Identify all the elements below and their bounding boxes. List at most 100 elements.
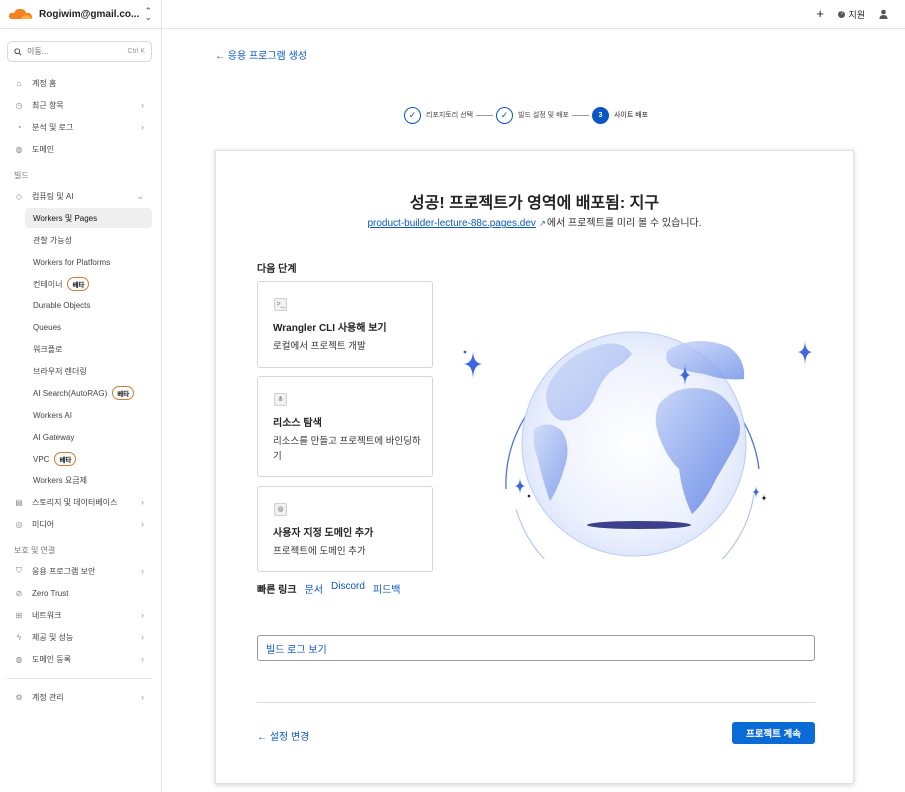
check-icon: ✓ [496,106,514,124]
page-title: 성공! 프로젝트가 영역에 배포됨: 지구 [409,195,660,212]
sparkle-icon [752,485,767,502]
nav-label: VPC [33,454,50,464]
nav-label: 네트워크 [32,610,62,620]
gear-icon: ⚙ [15,692,23,702]
nav-browser-rendering[interactable]: 브라우저 렌더링 [25,361,152,381]
cloudflare-logo-icon [8,8,33,19]
chevron-right-icon: › [141,566,144,576]
step-connector [571,114,589,116]
preview-link[interactable]: product-builder-lecture-88c.pages.dev [367,218,535,229]
chevron-right-icon: › [141,692,144,702]
nav-label: Workers 및 Pages [33,213,98,223]
nav-durable-objects[interactable]: Durable Objects [25,295,152,315]
nav-label: 컨테이너 [33,279,63,289]
support-label: 지원 [848,10,865,20]
user-icon[interactable] [879,9,888,19]
nav-label: Zero Trust [32,588,69,598]
sidebar: Rogiwim@gmail.co... ⌃ ⌄ 이동... Ctrl K ⌂ 계정… [0,0,162,792]
help-icon: ? [838,11,846,18]
preview-suffix: 에서 프로젝트를 미리 볼 수 있습니다. [546,218,702,229]
view-build-log-button[interactable]: 빌드 로그 보기 [257,635,815,661]
option-desc: 프로젝트에 도메인 추가 [273,546,366,557]
nav-domain-registration[interactable]: ◍ 도메인 등록 › [14,650,152,668]
nav-label: 도메인 [32,144,55,154]
nav-label: 스토리지 및 데이터베이스 [32,497,118,507]
nav-account-manage[interactable]: ⚙ 계정 관리 › [14,688,152,706]
nav-workers-platforms[interactable]: Workers for Platforms [25,252,152,272]
search-icon [14,47,22,56]
change-settings-link[interactable]: ← 설정 변경 [257,728,309,743]
nav-vpc[interactable]: VPC 베타 [25,449,152,469]
app-root: Rogiwim@gmail.co... ⌃ ⌄ 이동... Ctrl K ⌂ 계정… [0,0,905,792]
sparkle-icon [514,477,531,498]
account-switcher[interactable]: Rogiwim@gmail.co... ⌃ ⌄ [0,0,161,29]
chevron-right-icon: › [141,100,144,110]
nav-ai-gateway[interactable]: AI Gateway [25,427,152,447]
nav-label: 워크플로 [33,344,63,354]
nav-label: 브라우저 렌더링 [33,366,87,376]
option-title: Wrangler CLI 사용해 보기 [273,323,387,334]
nav-queues[interactable]: Queues [25,317,152,337]
nav-app-security[interactable]: ⛉ 응용 프로그램 보안 › [14,562,152,580]
chart-icon: ◔ [16,122,22,132]
back-to-create-app-link[interactable]: ← 응용 프로그램 생성 [215,47,307,62]
nav-media[interactable]: ◎ 미디어 › [14,515,152,533]
card-divider [257,702,815,703]
nav-label: Workers AI [33,410,72,420]
feedback-link[interactable]: 피드백 [373,581,401,596]
nav-label: 계정 홈 [32,78,57,88]
nav-workers-pages[interactable]: Workers 및 Pages [25,208,152,228]
nav-label: 분석 및 로그 [32,122,74,132]
continue-project-button[interactable]: 프로젝트 계속 [732,722,815,744]
globe-icon: ◍ [15,654,23,664]
nav-label: AI Gateway [33,432,75,442]
chevron-updown-icon: ⌃ ⌄ [144,6,152,22]
zero-trust-icon: ⊘ [15,588,23,598]
nav-ai-search[interactable]: AI Search(AutoRAG) 베타 [25,383,152,403]
nav-workers-ai[interactable]: Workers AI [25,405,152,425]
external-link-icon: ↗ [536,219,546,228]
nav-label: 최근 항목 [32,100,64,110]
nav-compute-ai[interactable]: ◇ 컴퓨팅 및 AI ⌄ [14,187,152,205]
search-input[interactable]: 이동... Ctrl K [7,41,152,62]
sidebar-divider [7,678,152,679]
step-label: 빌드 설정 및 배포 [518,112,569,119]
option-custom-domain[interactable]: ◍ 사용자 지정 도메인 추가 프로젝트에 도메인 추가 [257,486,433,572]
nav-label: AI Search(AutoRAG) [33,388,108,398]
option-wrangler-cli[interactable]: >_ Wrangler CLI 사용해 보기 로컬에서 프로젝트 개발 [257,281,433,368]
nav-recent[interactable]: ◷ 최근 항목 › [14,96,152,114]
option-explore-resources[interactable]: ⋔ 리소스 탐색 리소스를 만들고 프로젝트에 바인딩하기 [257,376,433,477]
nav-analytics[interactable]: ◔ 분석 및 로그 › [14,118,152,136]
beta-badge: 베타 [112,386,135,400]
clock-icon: ◷ [15,100,23,110]
nav-label: 도메인 등록 [32,654,72,664]
network-icon: ⊞ [15,610,23,620]
nav-account-home[interactable]: ⌂ 계정 홈 [14,74,152,92]
nav-zero-trust[interactable]: ⊘ Zero Trust [14,584,152,602]
shield-icon: ⛉ [16,566,22,575]
nav-label: 컴퓨팅 및 AI [32,191,74,201]
search-shortcut: Ctrl K [127,48,146,55]
option-desc: 리소스를 만들고 프로젝트에 바인딩하기 [273,436,421,462]
preview-text: product-builder-lecture-88c.pages.dev ↗에… [216,214,853,229]
option-title: 사용자 지정 도메인 추가 [273,528,374,539]
nav-network[interactable]: ⊞ 네트워크 › [14,606,152,624]
home-icon: ⌂ [16,78,22,88]
chevron-down-icon: ⌄ [136,190,144,201]
nav-workflows[interactable]: 워크플로 [25,339,152,359]
deploy-success-card: 성공! 프로젝트가 영역에 배포됨: 지구 product-builder-le… [215,150,854,784]
nav-containers[interactable]: 컨테이너 베타 [25,274,152,294]
docs-link[interactable]: 문서 [305,581,323,596]
nav-delivery-performance[interactable]: ϟ 제공 및 성능 › [14,628,152,646]
nav-label: Queues [33,322,62,332]
support-button[interactable]: ? 지원 [838,8,865,21]
nav-observability[interactable]: 관찰 가능성 [25,230,152,250]
quick-links: 빠른 링크 문서 Discord 피드백 [257,581,401,596]
nav-domains[interactable]: ◍ 도메인 [14,140,152,158]
database-icon: ▤ [15,497,23,507]
nav-workers-plans[interactable]: Workers 요금제 [25,470,152,490]
add-icon[interactable]: + [816,6,824,21]
discord-link[interactable]: Discord [331,581,365,596]
step-connector [476,114,494,116]
nav-storage-db[interactable]: ▤ 스토리지 및 데이터베이스 › [14,493,152,511]
